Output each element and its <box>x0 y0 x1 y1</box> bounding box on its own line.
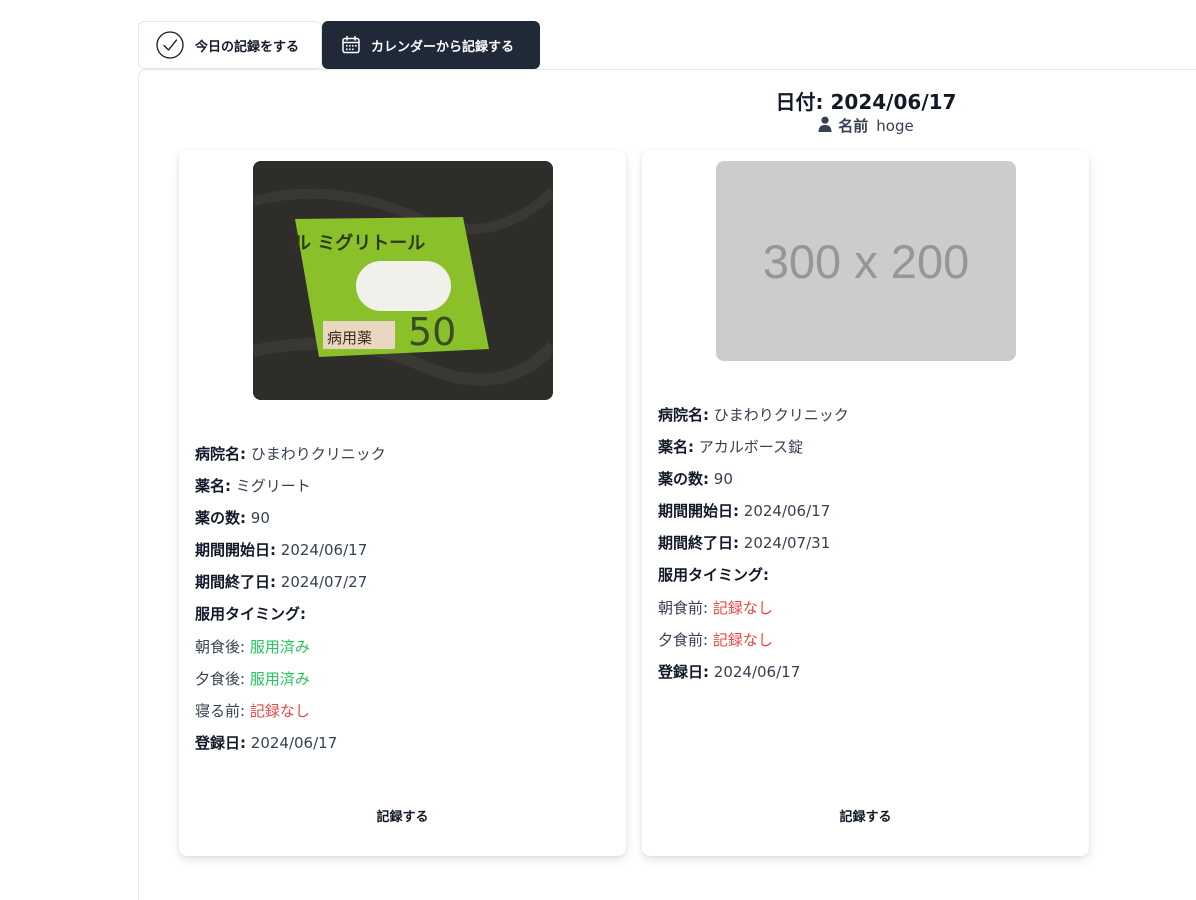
count-row: 薬の数: 90 <box>195 506 610 538</box>
medication-photo: ル ミグリトール 病用薬 50 <box>253 161 553 400</box>
photo-text-bottom-right: 50 <box>408 310 456 354</box>
start-date-row: 期間開始日: 2024/06/17 <box>195 538 610 570</box>
drug-row: 薬名: アカルボース錠 <box>658 435 1073 467</box>
tab-record-today-label: 今日の記録をする <box>195 39 300 55</box>
timing-status: 記録なし <box>712 598 773 617</box>
end-date-value: 2024/07/31 <box>743 534 831 553</box>
check-circle-icon <box>155 30 185 60</box>
end-date-label: 期間終了日: <box>195 573 276 592</box>
photo-text-top: ル ミグリトール <box>293 232 425 254</box>
start-date-label: 期間開始日: <box>658 502 739 521</box>
start-date-label: 期間開始日: <box>195 541 276 560</box>
end-date-row: 期間終了日: 2024/07/31 <box>658 531 1073 563</box>
medication-card: ル ミグリトール 病用薬 50 病院名: ひまわりクリニック 薬名: ミグリート… <box>179 150 626 856</box>
timing-row: 夕食前: 記録なし <box>658 628 1073 660</box>
tab-record-from-calendar-label: カレンダーから記録する <box>371 39 515 55</box>
user-icon <box>818 116 832 136</box>
name-label: 名前 <box>838 117 869 135</box>
timing-status: 服用済み <box>249 637 310 656</box>
date-label: 日付: <box>775 90 824 114</box>
drug-label: 薬名: <box>658 438 694 457</box>
record-mode-tabs: 今日の記録をする カレンダーから記録する <box>138 21 540 69</box>
hospital-label: 病院名: <box>195 445 246 463</box>
timing-row: 寝る前: 記録なし <box>195 699 610 731</box>
drug-value: アカルボース錠 <box>698 438 804 457</box>
registered-row: 登録日: 2024/06/17 <box>195 731 610 763</box>
timing-label: 服用タイミング: <box>658 566 769 585</box>
start-date-row: 期間開始日: 2024/06/17 <box>658 499 1073 531</box>
timing-status: 記録なし <box>249 701 310 720</box>
timing-label: 夕食前: <box>658 630 709 649</box>
medication-card: 300 x 200 病院名: ひまわりクリニック 薬名: アカルボース錠 薬の数… <box>642 150 1089 856</box>
registered-value: 2024/06/17 <box>250 733 338 752</box>
record-button[interactable]: 記録する <box>642 806 1089 825</box>
timing-status: 記録なし <box>712 630 773 649</box>
registered-row: 登録日: 2024/06/17 <box>658 660 1073 692</box>
count-row: 薬の数: 90 <box>658 467 1073 499</box>
photo-text-bottom-left: 病用薬 <box>327 329 372 347</box>
end-date-label: 期間終了日: <box>658 534 739 553</box>
timing-row: 朝食前: 記録なし <box>658 596 1073 628</box>
timing-row: 夕食後: 服用済み <box>195 667 610 699</box>
calendar-icon <box>341 35 361 55</box>
timing-status: 服用済み <box>249 669 310 688</box>
timing-row: 朝食後: 服用済み <box>195 635 610 667</box>
timing-label: 服用タイミング: <box>195 605 306 624</box>
hospital-row: 病院名: ひまわりクリニック <box>658 403 1073 435</box>
medication-details: 病院名: ひまわりクリニック 薬名: アカルボース錠 薬の数: 90 期間開始日… <box>658 403 1073 692</box>
count-label: 薬の数: <box>658 470 709 489</box>
tab-record-today[interactable]: 今日の記録をする <box>138 21 322 69</box>
drug-value: ミグリート <box>235 477 311 496</box>
timing-label: 朝食前: <box>658 598 709 617</box>
timing-label: 朝食後: <box>195 637 246 656</box>
record-button[interactable]: 記録する <box>179 806 626 825</box>
start-date-value: 2024/06/17 <box>743 502 831 521</box>
name-value: hoge <box>876 116 914 135</box>
timing-heading: 服用タイミング: <box>195 602 610 634</box>
medication-details: 病院名: ひまわりクリニック 薬名: ミグリート 薬の数: 90 期間開始日: … <box>195 442 610 763</box>
timing-heading: 服用タイミング: <box>658 563 1073 595</box>
timing-label: 夕食後: <box>195 669 246 688</box>
count-value: 90 <box>713 470 733 489</box>
count-value: 90 <box>250 509 270 528</box>
drug-row: 薬名: ミグリート <box>195 474 610 506</box>
count-label: 薬の数: <box>195 509 246 528</box>
hospital-label: 病院名: <box>658 406 709 424</box>
hospital-value: ひまわりクリニック <box>250 445 386 463</box>
registered-value: 2024/06/17 <box>713 662 801 681</box>
tab-record-from-calendar[interactable]: カレンダーから記録する <box>322 21 540 69</box>
registered-label: 登録日: <box>195 733 246 752</box>
drug-label: 薬名: <box>195 477 231 496</box>
registered-label: 登録日: <box>658 662 709 681</box>
hospital-value: ひまわりクリニック <box>713 406 849 424</box>
image-placeholder: 300 x 200 <box>716 161 1016 361</box>
timing-label: 寝る前: <box>195 701 246 720</box>
end-date-value: 2024/07/27 <box>280 573 368 592</box>
date-value: 2024/06/17 <box>830 90 957 114</box>
start-date-value: 2024/06/17 <box>280 541 368 560</box>
user-name-line: 名前 hoge <box>642 115 1090 136</box>
end-date-row: 期間終了日: 2024/07/27 <box>195 570 610 602</box>
hospital-row: 病院名: ひまわりクリニック <box>195 442 610 474</box>
page-title: 日付: 2024/06/17 <box>642 86 1090 115</box>
